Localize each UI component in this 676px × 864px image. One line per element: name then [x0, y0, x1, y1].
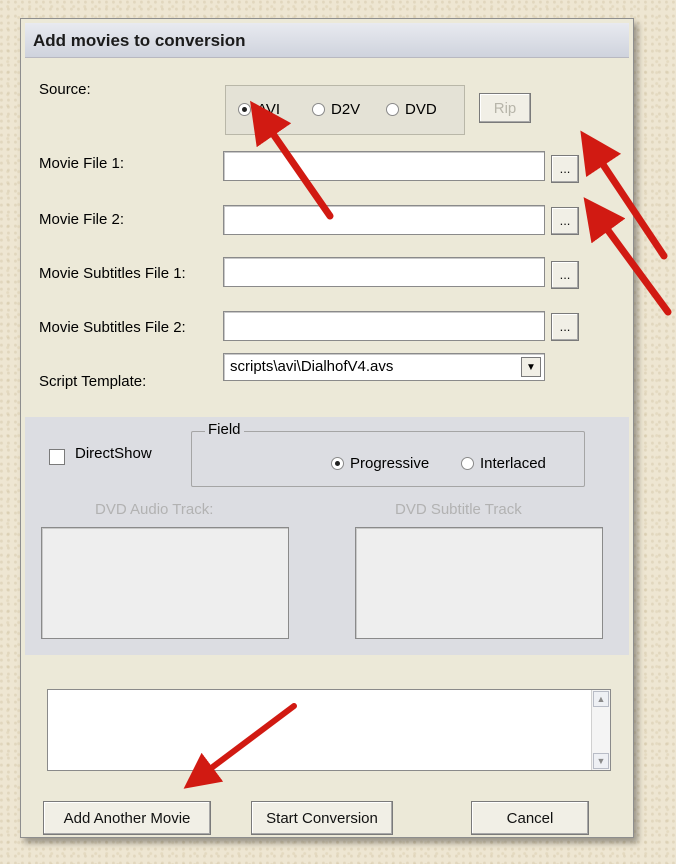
- radio-d2v-label: D2V: [331, 101, 361, 118]
- radio-dvd[interactable]: DVD: [386, 101, 437, 118]
- subtitles-file-1-input[interactable]: [223, 257, 545, 287]
- radio-d2v[interactable]: D2V: [312, 101, 360, 118]
- radio-interlaced-label: Interlaced: [480, 455, 546, 472]
- radio-dvd-label: DVD: [405, 101, 437, 118]
- radio-interlaced[interactable]: Interlaced: [461, 455, 546, 472]
- movie-file-2-label: Movie File 2:: [39, 211, 125, 228]
- actions-section: ▲ ▼ Add Another Movie Start Conversion C…: [25, 655, 629, 835]
- subtitles-file-1-label: Movie Subtitles File 1:: [39, 265, 186, 282]
- radio-progressive-label: Progressive: [350, 455, 430, 472]
- subtitles-file-1-browse-button[interactable]: ...: [551, 261, 579, 289]
- movie-file-1-browse-button[interactable]: ...: [551, 155, 579, 183]
- add-movies-dialog: Add movies to conversion Source: AVI D2V…: [20, 18, 634, 838]
- log-textarea[interactable]: ▲ ▼: [47, 689, 611, 771]
- source-label: Source:: [39, 81, 91, 98]
- field-group-title: Field: [205, 421, 244, 438]
- radio-dvd-indicator[interactable]: [386, 103, 399, 116]
- script-template-select[interactable]: scripts\avi\DialhofV4.avs ▼: [223, 353, 545, 381]
- dvd-subtitle-track-label: DVD Subtitle Track: [395, 501, 522, 518]
- radio-progressive[interactable]: Progressive: [331, 455, 429, 472]
- source-section: Source: AVI D2V DVD Rip Movie File 1: ..…: [25, 59, 629, 417]
- radio-avi-indicator[interactable]: [238, 103, 251, 116]
- dvd-subtitle-track-list[interactable]: [355, 527, 603, 639]
- radio-interlaced-indicator[interactable]: [461, 457, 474, 470]
- movie-file-2-input[interactable]: [223, 205, 545, 235]
- options-section: DirectShow Field Progressive Interlaced …: [25, 417, 629, 655]
- log-scrollbar[interactable]: ▲ ▼: [591, 690, 610, 770]
- dvd-audio-track-list[interactable]: [41, 527, 289, 639]
- start-conversion-button[interactable]: Start Conversion: [251, 801, 393, 835]
- dialog-titlebar: Add movies to conversion: [25, 23, 629, 58]
- cancel-button[interactable]: Cancel: [471, 801, 589, 835]
- script-template-label: Script Template:: [39, 373, 147, 390]
- movie-file-2-browse-button[interactable]: ...: [551, 207, 579, 235]
- radio-avi-label: AVI: [257, 101, 281, 118]
- radio-d2v-indicator[interactable]: [312, 103, 325, 116]
- subtitles-file-2-input[interactable]: [223, 311, 545, 341]
- add-another-movie-button[interactable]: Add Another Movie: [43, 801, 211, 835]
- dvd-audio-track-label: DVD Audio Track:: [95, 501, 214, 518]
- radio-avi[interactable]: AVI: [238, 101, 280, 118]
- scroll-down-icon[interactable]: ▼: [593, 753, 609, 769]
- subtitles-file-2-browse-button[interactable]: ...: [551, 313, 579, 341]
- radio-progressive-indicator[interactable]: [331, 457, 344, 470]
- scroll-up-icon[interactable]: ▲: [593, 691, 609, 707]
- rip-button[interactable]: Rip: [479, 93, 531, 123]
- directshow-checkbox[interactable]: [49, 449, 65, 465]
- subtitles-file-2-label: Movie Subtitles File 2:: [39, 319, 186, 336]
- movie-file-1-label: Movie File 1:: [39, 155, 125, 172]
- source-radio-group: AVI D2V DVD: [225, 85, 465, 135]
- directshow-label: DirectShow: [75, 445, 152, 462]
- chevron-down-icon[interactable]: ▼: [521, 357, 541, 377]
- dialog-title: Add movies to conversion: [33, 31, 246, 50]
- movie-file-1-input[interactable]: [223, 151, 545, 181]
- script-template-value: scripts\avi\DialhofV4.avs: [230, 358, 394, 375]
